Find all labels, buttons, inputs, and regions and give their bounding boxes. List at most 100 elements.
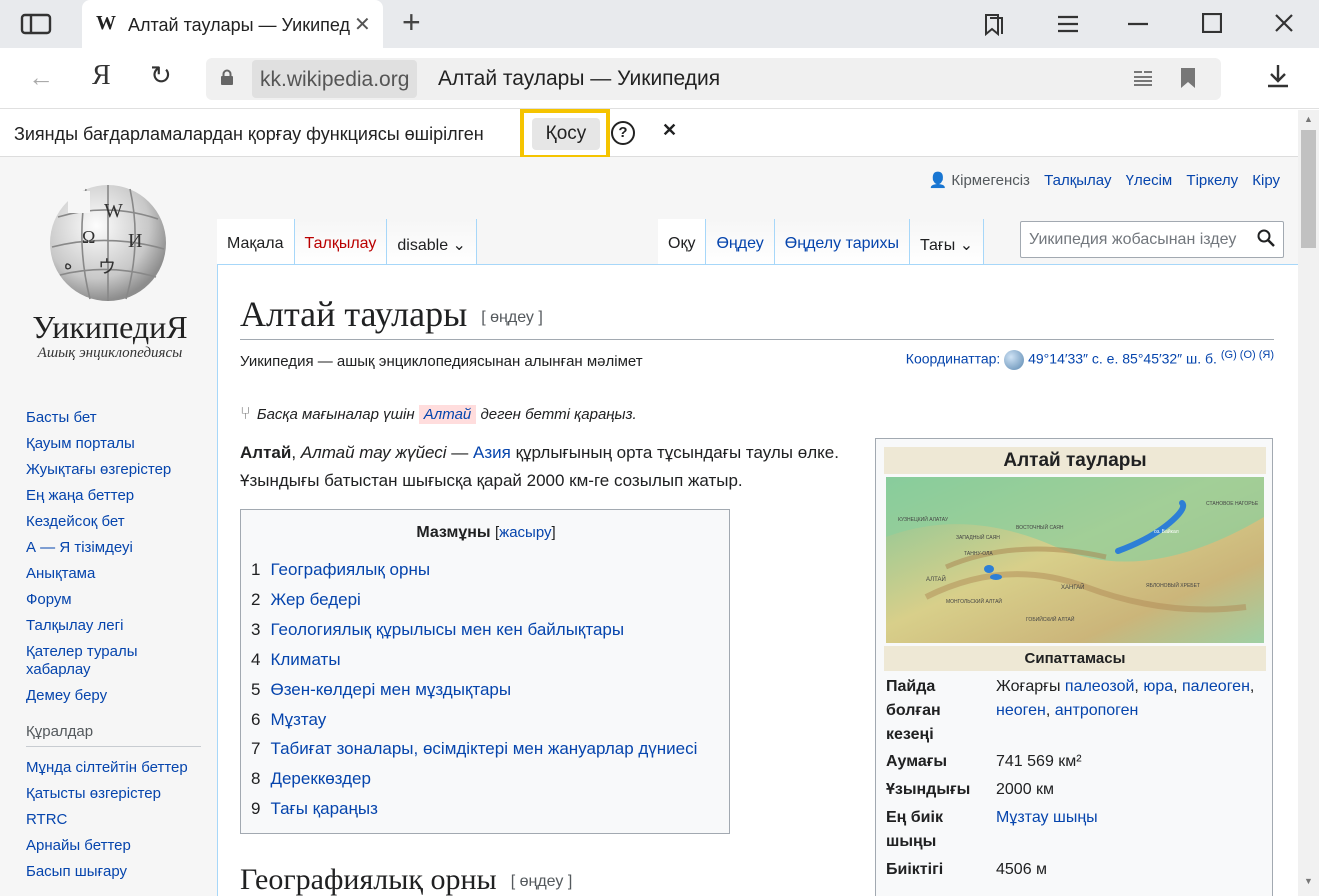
lead-paragraph: Алтай, Алтай тау жүйесі — Азия құрлығыны… xyxy=(240,443,839,490)
sidebar-item-help[interactable]: Анықтама xyxy=(26,565,216,583)
toc-item[interactable]: 9 Тағы қараңыз xyxy=(251,794,697,824)
scroll-up-arrow-icon[interactable]: ▲ xyxy=(1304,114,1313,124)
tab-variants-dropdown[interactable]: disable ⌄ xyxy=(387,219,477,265)
back-arrow-icon[interactable]: ← xyxy=(28,62,54,93)
toc-item[interactable]: 3 Геологиялық құрылысы мен кен байлықтары xyxy=(251,615,697,645)
sidebar-item-main-page[interactable]: Басты бет xyxy=(26,409,216,427)
section-edit-link[interactable]: [ өңдеу ] xyxy=(511,873,573,890)
toc-title: Мазмұны [жасыру] xyxy=(416,524,556,541)
new-tab-icon[interactable]: + xyxy=(402,4,421,41)
help-icon[interactable]: ? xyxy=(611,121,635,145)
infobox: Алтай таулары КУЗНЕЦКИЙ АЛАТАУ ЗАПАДНЫЙ … xyxy=(875,438,1273,896)
personal-talk-link[interactable]: Талқылау xyxy=(1034,172,1111,189)
title-edit-link[interactable]: [ өңдеу ] xyxy=(481,309,543,326)
lock-icon[interactable] xyxy=(220,69,234,85)
reload-icon[interactable]: ↻ xyxy=(150,60,172,91)
url-field[interactable]: kk.wikipedia.org Алтай таулары — Уикипед… xyxy=(206,58,1221,100)
infobox-value: 2000 км xyxy=(996,781,1055,798)
page-scrollbar[interactable]: ▲ ▼ xyxy=(1298,110,1319,896)
not-logged-in-label: Кірмегенсіз xyxy=(951,172,1030,189)
tab-close-icon[interactable]: ✕ xyxy=(354,12,371,37)
download-icon[interactable] xyxy=(1266,64,1290,88)
toc-hide-toggle[interactable]: жасыру xyxy=(499,524,551,541)
enable-protection-button[interactable]: Қосу xyxy=(532,118,600,150)
map-label: ЯБЛОНОВЫЙ ХРЕБЕТ xyxy=(1146,581,1200,589)
map-label: КУЗНЕЦКИЙ АЛАТАУ xyxy=(898,515,949,523)
lead-link-asia[interactable]: Азия xyxy=(473,443,511,462)
address-bar-row: ← Я ↻ kk.wikipedia.org Алтай таулары — У… xyxy=(0,48,1319,109)
minimize-icon[interactable] xyxy=(1128,22,1148,26)
sidebar-item-donate[interactable]: Демеу беру xyxy=(26,687,216,705)
personal-login-link[interactable]: Кіру xyxy=(1242,172,1280,189)
bookmark-icon[interactable] xyxy=(1180,67,1196,89)
tab-talk[interactable]: Талқылау xyxy=(294,219,388,265)
tab-article[interactable]: Мақала xyxy=(217,219,295,265)
menu-icon[interactable] xyxy=(1056,14,1080,34)
toc-item[interactable]: 4 Климаты xyxy=(251,645,697,675)
tab-edit[interactable]: Өңдеу xyxy=(706,219,775,265)
infobox-label: Биіктігі xyxy=(886,861,944,878)
sidebar-item-discussion-feed[interactable]: Талқылау легі xyxy=(26,617,216,635)
sidebar-item-random-page[interactable]: Кездейсоқ бет xyxy=(26,513,216,531)
toc-list: 1 Географиялық орны 2 Жер бедері 3 Геология… xyxy=(251,555,697,824)
toc-item[interactable]: 7 Табиғат зоналары, өсімдіктері мен жануа… xyxy=(251,734,697,764)
sidebar-item-new-pages[interactable]: Ең жаңа беттер xyxy=(26,487,216,505)
protection-notification-bar: Зиянды бағдарламалардан қорғау функциясы… xyxy=(0,109,1319,159)
site-subtitle: Уикипедия — ашық энциклопедиясынан алынғ… xyxy=(240,353,643,370)
yandex-logo-button[interactable]: Я xyxy=(92,60,111,92)
sidebar-item-report-errors[interactable]: Қателер туралы хабарлау xyxy=(26,643,156,679)
scroll-down-arrow-icon[interactable]: ▼ xyxy=(1304,876,1313,886)
maximize-icon[interactable] xyxy=(1202,13,1222,33)
infobox-value-link[interactable]: Мұзтау шыңы xyxy=(996,806,1266,830)
scrollbar-thumb[interactable] xyxy=(1301,130,1316,248)
svg-text:Ω: Ω xyxy=(82,227,95,247)
wikipedia-globe-icon: W Ω И ウ ه xyxy=(50,185,166,301)
infobox-subheader: Сипаттамасы xyxy=(884,646,1266,671)
notification-close-icon[interactable]: ✕ xyxy=(662,120,677,141)
sidebar-item-rtrc[interactable]: RTRC xyxy=(26,811,216,829)
sidebar-item-community-portal[interactable]: Қауым порталы xyxy=(26,435,216,453)
toc-item[interactable]: 5 Өзен-көлдері мен мұздықтары xyxy=(251,675,697,705)
view-tabs: Оқу Өңдеу Өңделу тарихы Тағы ⌄ xyxy=(658,219,985,265)
reader-mode-icon[interactable] xyxy=(1132,69,1154,87)
hatnote-link[interactable]: Алтай xyxy=(418,405,477,424)
map-label: ВОСТОЧНЫЙ САЯН xyxy=(1016,523,1064,531)
tab-history[interactable]: Өңделу тарихы xyxy=(774,219,910,265)
toc-item[interactable]: 8 Дереккөздер xyxy=(251,764,697,794)
toc-item[interactable]: 2 Жер бедері xyxy=(251,585,697,615)
search-icon[interactable] xyxy=(1257,229,1275,247)
sidebar-item-a-z-index[interactable]: А — Я тізімдеуі xyxy=(26,539,216,557)
browser-tab-active[interactable]: W Алтай таулары — Уикипедия ✕ xyxy=(82,0,383,48)
map-label: ЗАПАДНЫЙ САЯН xyxy=(956,533,1000,541)
sidebar-item-what-links-here[interactable]: Мұнда сілтейтін беттер xyxy=(26,759,216,777)
sidebar-toggle-icon[interactable] xyxy=(20,12,52,36)
url-domain[interactable]: kk.wikipedia.org xyxy=(252,60,418,98)
toc-item[interactable]: 6 Мұзтау xyxy=(251,705,697,735)
sidebar-item-print[interactable]: Басып шығару xyxy=(26,863,216,881)
coordinates: Координаттар: 49°14′33″ с. е. 85°45′32″ … xyxy=(906,349,1274,370)
window-close-icon[interactable] xyxy=(1274,13,1294,33)
coordinates-map-links[interactable]: (G) (O) (Я) xyxy=(1221,349,1274,361)
personal-contributions-link[interactable]: Үлесім xyxy=(1116,172,1173,189)
svg-text:ウ: ウ xyxy=(98,257,116,277)
infobox-label: Аумағы xyxy=(886,753,948,770)
infobox-value: 4506 м xyxy=(996,861,1048,878)
personal-create-account-link[interactable]: Тіркелу xyxy=(1176,172,1238,189)
personal-tools: 👤 Кірмегенсіз Талқылау Үлесім Тіркелу Кір… xyxy=(929,171,1280,189)
coordinates-link[interactable]: 49°14′33″ с. е. 85°45′32″ ш. б. xyxy=(1028,351,1217,367)
globe-icon[interactable] xyxy=(1004,349,1025,370)
search-input[interactable]: Уикипедия жобасынан іздеу xyxy=(1020,221,1284,258)
search-placeholder: Уикипедия жобасынан іздеу xyxy=(1029,231,1237,248)
user-icon: 👤 xyxy=(928,172,948,189)
altai-relief-map[interactable]: КУЗНЕЦКИЙ АЛАТАУ ЗАПАДНЫЙ САЯН ВОСТОЧНЫЙ… xyxy=(886,477,1264,643)
namespace-tabs: Мақала Талқылау disable ⌄ xyxy=(217,219,477,265)
sidebar-item-special-pages[interactable]: Арнайы беттер xyxy=(26,837,216,855)
sidebar-item-related-changes[interactable]: Қатысты өзгерістер xyxy=(26,785,216,803)
collections-icon[interactable] xyxy=(982,12,1006,36)
tab-read[interactable]: Оқу xyxy=(658,219,707,265)
wikipedia-logo[interactable]: W Ω И ウ ه УикипедиЯ Ашық энциклопедиясы xyxy=(20,177,200,367)
sidebar-item-forum[interactable]: Форум xyxy=(26,591,216,609)
toc-item[interactable]: 1 Географиялық орны xyxy=(251,555,697,585)
tab-more-dropdown[interactable]: Тағы ⌄ xyxy=(909,219,985,265)
sidebar-item-recent-changes[interactable]: Жуықтағы өзгерістер xyxy=(26,461,216,479)
